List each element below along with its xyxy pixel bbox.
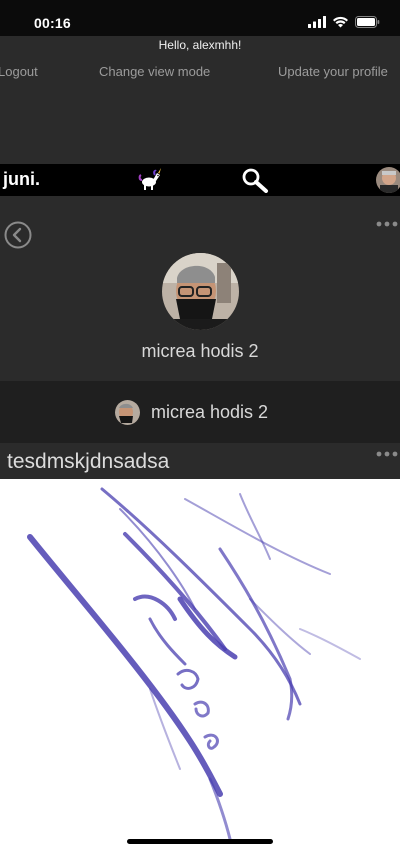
handwriting-scribble-image: [27, 487, 361, 841]
logout-link[interactable]: Logout: [0, 64, 38, 79]
chevron-left-circle-icon[interactable]: [4, 221, 32, 249]
post-header: micrea hodis 2: [0, 381, 400, 443]
change-view-mode-link[interactable]: Change view mode: [99, 64, 210, 79]
greeting: Hello, alexmhh!: [158, 38, 242, 52]
battery-icon: [355, 16, 380, 28]
profile-photo: [162, 253, 239, 330]
avatar[interactable]: [376, 167, 400, 193]
status-bar: 00:16: [0, 0, 400, 36]
post-image: [0, 479, 400, 848]
status-icons: [308, 15, 380, 29]
post-author-name: micrea hodis 2: [151, 402, 269, 422]
profile-name: micrea hodis 2: [141, 341, 259, 361]
post-title-bar: tesdmskjdnsadsa: [0, 443, 400, 479]
ellipsis-icon[interactable]: [376, 450, 398, 458]
avatar-photo: [376, 167, 400, 193]
post-author[interactable]: micrea hodis 2: [115, 400, 268, 425]
unicorn-icon[interactable]: [137, 166, 163, 192]
nav-bar: juni.: [0, 164, 400, 196]
post-author-avatar: [115, 400, 140, 425]
logo[interactable]: juni.: [3, 169, 40, 190]
post-title: tesdmskjdnsadsa: [7, 450, 170, 473]
post-author-photo: [115, 400, 140, 425]
home-indicator[interactable]: [127, 839, 273, 844]
status-time: 00:16: [34, 15, 71, 31]
signal-icon: [308, 16, 326, 28]
update-profile-link[interactable]: Update your profile: [278, 64, 388, 79]
wifi-icon: [333, 16, 348, 28]
profile-header: micrea hodis 2: [0, 196, 400, 381]
search-icon[interactable]: [241, 167, 269, 193]
ellipsis-icon[interactable]: [376, 220, 398, 228]
top-menu: Hello, alexmhh! Logout Change view mode …: [0, 36, 400, 164]
profile-avatar: [162, 253, 239, 330]
